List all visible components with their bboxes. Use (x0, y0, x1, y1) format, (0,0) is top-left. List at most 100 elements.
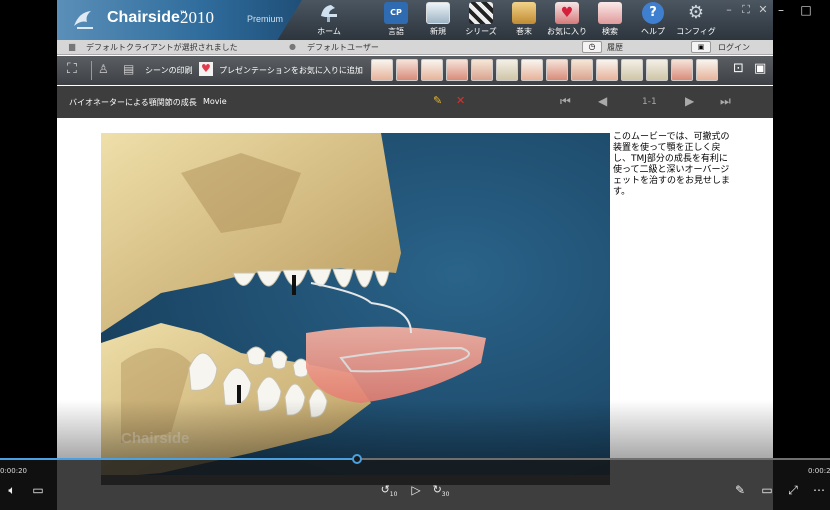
help-icon: ? (642, 2, 664, 24)
presentation-toolbar: ⛶ ♙ ▤ シーンの印刷 ♥ プレゼンテーションをお気に入りに追加 ⊡ ▣ (57, 56, 773, 85)
volume-icon[interactable]: 🔈︎ (3, 483, 21, 498)
cart-icon: ▆ (69, 42, 76, 51)
nav-search-label: 検索 (602, 27, 618, 36)
nav-bookmark-button[interactable]: 巻末 (500, 2, 548, 38)
nav-language-button[interactable]: CP 言語 (372, 2, 420, 38)
app-logo: Chairside™ 2010 Premium (57, 0, 302, 40)
close-icon[interactable]: ✕ (456, 94, 465, 107)
skip-forward-label: 30 (441, 491, 450, 499)
time-elapsed: 0:00:20 (0, 467, 27, 475)
progress-fill (0, 458, 357, 460)
scene-thumbnail[interactable] (421, 59, 443, 81)
nav-series-button[interactable]: シリーズ (457, 2, 505, 38)
user-icon: ● (289, 42, 296, 51)
more-options-icon[interactable]: ⋯ (810, 483, 828, 497)
add-favorite-button[interactable]: プレゼンテーションをお気に入りに追加 (219, 65, 363, 76)
movie-description: このムービーでは、可撤式の装置を使って顎を正しく戻し、TMJ部分の成長を有利に使… (613, 132, 731, 197)
app-name: Chairside™ (107, 9, 187, 26)
presentation-kind: Movie (203, 97, 227, 106)
chairside-app: Chairside™ 2010 Premium ホーム CP 言語 新規 シリー… (57, 0, 773, 510)
pencil-icon[interactable]: ✎ (433, 94, 442, 107)
scene-thumbnail[interactable] (571, 59, 593, 81)
client-status: デフォルトクライアントが選択されました (86, 43, 238, 52)
fit-window-icon[interactable]: ⊡ (733, 61, 744, 76)
nav-home-label: ホーム (317, 27, 341, 36)
app-minimize-button[interactable]: – (722, 3, 736, 16)
chairside-logo-icon (74, 11, 93, 29)
nav-home-button[interactable]: ホーム (305, 2, 353, 38)
scene-thumbnail[interactable] (471, 59, 493, 81)
edit-icon[interactable]: ✎ (731, 483, 749, 497)
nav-language-label: 言語 (388, 27, 404, 36)
scene-thumbnail[interactable] (521, 59, 543, 81)
bookmark-icon (512, 2, 536, 24)
jaw-illustration: Chairside (101, 133, 610, 485)
login-link[interactable]: ログイン (718, 42, 750, 53)
subtitles-icon[interactable]: ▭ (29, 483, 47, 497)
skip-back-label: 10 (389, 491, 398, 499)
fullscreen-icon[interactable]: ⤢ (784, 483, 802, 498)
previous-page-icon[interactable]: ◀ (598, 94, 607, 108)
chair-icon (321, 5, 337, 22)
media-player-window: – □ Chairside™ 2010 Premium ホーム CP 言語 新規… (0, 0, 830, 510)
movie-frame[interactable]: Chairside (101, 133, 610, 485)
chair-view-icon[interactable]: ♙ (98, 62, 109, 76)
minimize-window-button[interactable]: – (772, 3, 790, 17)
skip-back-button[interactable]: ↺10 (380, 483, 398, 498)
nav-new-button[interactable]: 新規 (414, 2, 462, 38)
favorite-heart-icon[interactable]: ♥ (199, 62, 213, 76)
app-fullscreen-button[interactable]: ⛶ (739, 3, 753, 17)
user-name[interactable]: デフォルトユーザー (307, 42, 379, 53)
nav-search-button[interactable]: 検索 (586, 2, 634, 38)
expand-icon[interactable]: ⛶ (67, 61, 77, 77)
scene-thumbnail[interactable] (596, 59, 618, 81)
presentation-title: バイオネーターによる顎関節の成長 (69, 98, 197, 107)
lock-icon[interactable]: ▣ (691, 41, 711, 53)
history-link[interactable]: 履歴 (607, 42, 623, 53)
play-button[interactable]: ▷ (407, 483, 425, 497)
app-year: 2010 (180, 8, 214, 27)
scene-thumbnail[interactable] (621, 59, 643, 81)
print-scene-button[interactable]: シーンの印刷 (145, 65, 193, 76)
language-icon: CP (384, 2, 408, 24)
nav-help-label: ヘルプ (641, 27, 665, 36)
app-close-button[interactable]: ✕ (756, 3, 770, 16)
scene-thumbnail[interactable] (646, 59, 668, 81)
scene-thumbnail[interactable] (371, 59, 393, 81)
nav-series-label: シリーズ (465, 27, 497, 36)
progress-knob[interactable] (352, 454, 362, 464)
next-page-icon[interactable]: ▶ (685, 94, 694, 108)
print-icon[interactable]: ▤ (123, 62, 134, 76)
status-bar: ▆ デフォルトクライアントが選択されました ● デフォルトユーザー ◷ 履歴 ▣… (57, 40, 773, 55)
last-page-icon[interactable]: ⏭ (720, 94, 731, 109)
miniview-icon[interactable]: ▭ (758, 483, 776, 497)
time-remaining: 0:00:20 (808, 467, 830, 475)
new-icon (426, 2, 450, 24)
scene-thumbnail[interactable] (446, 59, 468, 81)
gear-icon: ⚙ (687, 2, 705, 23)
app-edition: Premium (247, 14, 284, 24)
scene-thumbnail[interactable] (396, 59, 418, 81)
nav-bookmark-label: 巻末 (516, 27, 532, 36)
presentation-title-bar: バイオネーターによる顎関節の成長 Movie ✎ ✕ ⏮ ◀ 1-1 ▶ ⏭ (57, 86, 773, 118)
scene-thumbnail[interactable] (546, 59, 568, 81)
nav-favorites-label: お気に入り (547, 27, 587, 36)
history-icon[interactable]: ◷ (582, 41, 602, 53)
nav-help-button[interactable]: ? ヘルプ (629, 2, 677, 38)
skip-forward-button[interactable]: ↻30 (432, 483, 450, 498)
scene-thumbnail[interactable] (671, 59, 693, 81)
nav-new-label: 新規 (430, 27, 446, 36)
nav-favorites-button[interactable]: ♥ お気に入り (543, 2, 591, 38)
clapper-icon (469, 2, 493, 24)
video-watermark: Chairside (121, 430, 189, 447)
search-icon (598, 2, 622, 24)
first-page-icon[interactable]: ⏮ (560, 94, 571, 109)
app-header: Chairside™ 2010 Premium ホーム CP 言語 新規 シリー… (57, 0, 773, 40)
nav-config-label: コンフィグ (676, 27, 716, 36)
nav-config-button[interactable]: ⚙ コンフィグ (672, 2, 720, 38)
camera-icon[interactable]: ▣ (754, 61, 766, 76)
scene-thumbnail[interactable] (496, 59, 518, 81)
maximize-window-button[interactable]: □ (797, 3, 815, 17)
scene-thumbnail[interactable] (696, 59, 718, 81)
heart-icon: ♥ (555, 2, 579, 24)
